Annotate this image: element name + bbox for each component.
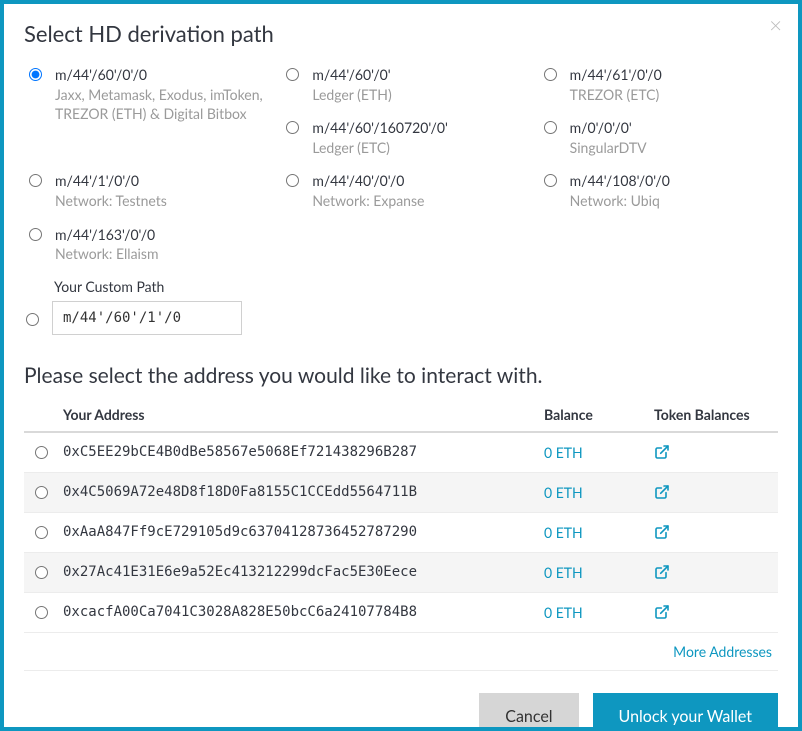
- external-link-icon[interactable]: [654, 564, 772, 580]
- path-radio[interactable]: [286, 174, 299, 187]
- more-addresses-link[interactable]: More Addresses: [673, 643, 772, 660]
- address-cell: 0xcacfA00Ca7041C3028A828E50bcC6a24107784…: [57, 592, 538, 632]
- address-radio[interactable]: [35, 526, 48, 539]
- address-heading: Please select the address you would like…: [24, 363, 778, 388]
- path-option-5[interactable]: m/44'/1'/0'/0 Network: Testnets: [24, 171, 263, 210]
- address-radio[interactable]: [35, 486, 48, 499]
- custom-path-title: Your Custom Path: [54, 278, 778, 295]
- balance-link[interactable]: 0 ETH: [544, 444, 583, 461]
- hd-path-modal: × Select HD derivation path m/44'/60'/0'…: [4, 4, 798, 727]
- table-row: 0xC5EE29bCE4B0dBe58567e5068Ef721438296B2…: [24, 432, 778, 473]
- address-cell: 0xC5EE29bCE4B0dBe58567e5068Ef721438296B2…: [57, 432, 538, 473]
- balance-link[interactable]: 0 ETH: [544, 564, 583, 581]
- address-cell: 0x27Ac41E31E6e9a52Ec413212299dcFac5E30Ee…: [57, 552, 538, 592]
- path-value: m/0'/0'/0': [570, 119, 632, 136]
- custom-path-input[interactable]: [52, 301, 242, 335]
- path-desc: Network: Ellaism: [55, 245, 159, 262]
- path-radio[interactable]: [29, 228, 42, 241]
- address-cell: 0xAaA847Ff9cE729105d9c637041287364527872…: [57, 512, 538, 552]
- app-frame: × Select HD derivation path m/44'/60'/0'…: [0, 0, 802, 731]
- balance-link[interactable]: 0 ETH: [544, 484, 583, 501]
- col-balance: Balance: [538, 398, 648, 432]
- custom-path-section: Your Custom Path: [24, 278, 778, 335]
- path-value: m/44'/60'/160720'/0': [312, 119, 448, 136]
- address-radio[interactable]: [35, 606, 48, 619]
- path-radio[interactable]: [286, 68, 299, 81]
- table-row: 0xcacfA00Ca7041C3028A828E50bcC6a24107784…: [24, 592, 778, 632]
- path-option-2[interactable]: m/44'/61'/0'/0 TREZOR (ETC): [539, 65, 778, 104]
- path-option-1[interactable]: m/44'/60'/0' Ledger (ETH): [281, 65, 520, 104]
- path-value: m/44'/163'/0'/0: [55, 226, 155, 243]
- path-desc: Jaxx, Metamask, Exodus, imToken, TREZOR …: [55, 86, 263, 123]
- path-desc: Network: Testnets: [55, 192, 167, 209]
- path-radio[interactable]: [286, 121, 299, 134]
- path-value: m/44'/108'/0'/0: [570, 172, 670, 189]
- modal-title: Select HD derivation path: [24, 20, 778, 47]
- external-link-icon[interactable]: [654, 604, 772, 620]
- path-desc: Network: Expanse: [312, 192, 424, 209]
- col-token-balances: Token Balances: [648, 398, 778, 432]
- cancel-button[interactable]: Cancel: [479, 693, 578, 727]
- path-option-3[interactable]: m/44'/60'/160720'/0' Ledger (ETC): [281, 118, 520, 157]
- path-radio[interactable]: [544, 174, 557, 187]
- balance-link[interactable]: 0 ETH: [544, 524, 583, 541]
- table-row: 0xAaA847Ff9cE729105d9c637041287364527872…: [24, 512, 778, 552]
- path-option-6[interactable]: m/44'/40'/0'/0 Network: Expanse: [281, 171, 520, 210]
- path-value: m/44'/61'/0'/0: [570, 66, 662, 83]
- path-radio[interactable]: [29, 68, 42, 81]
- path-radio[interactable]: [29, 174, 42, 187]
- external-link-icon[interactable]: [654, 444, 772, 460]
- custom-path-radio[interactable]: [26, 313, 39, 326]
- address-radio[interactable]: [35, 566, 48, 579]
- path-value: m/44'/60'/0': [312, 66, 390, 83]
- path-option-7[interactable]: m/44'/108'/0'/0 Network: Ubiq: [539, 171, 778, 210]
- address-table: Your Address Balance Token Balances 0xC5…: [24, 398, 778, 671]
- col-your-address: Your Address: [57, 398, 538, 432]
- unlock-wallet-button[interactable]: Unlock your Wallet: [593, 693, 778, 727]
- address-radio[interactable]: [35, 446, 48, 459]
- path-value: m/44'/1'/0'/0: [55, 172, 139, 189]
- path-col-stack: m/44'/60'/0' Ledger (ETH) m/44'/60'/1607…: [281, 65, 520, 157]
- path-option-0[interactable]: m/44'/60'/0'/0 Jaxx, Metamask, Exodus, i…: [24, 65, 263, 157]
- external-link-icon[interactable]: [654, 524, 772, 540]
- external-link-icon[interactable]: [654, 484, 772, 500]
- path-value: m/44'/60'/0'/0: [55, 66, 147, 83]
- path-option-4[interactable]: m/0'/0'/0' SingularDTV: [539, 118, 778, 157]
- path-radio[interactable]: [544, 68, 557, 81]
- path-radio[interactable]: [544, 121, 557, 134]
- address-cell: 0x4C5069A72e48D8f18D0Fa8155C1CCEdd556471…: [57, 472, 538, 512]
- path-desc: Ledger (ETH): [312, 86, 391, 103]
- balance-link[interactable]: 0 ETH: [544, 604, 583, 621]
- table-row: 0x27Ac41E31E6e9a52Ec413212299dcFac5E30Ee…: [24, 552, 778, 592]
- derivation-path-grid: m/44'/60'/0'/0 Jaxx, Metamask, Exodus, i…: [24, 65, 778, 272]
- path-option-8[interactable]: m/44'/163'/0'/0 Network: Ellaism: [24, 225, 263, 264]
- path-desc: TREZOR (ETC): [570, 86, 660, 103]
- path-col-stack: m/44'/61'/0'/0 TREZOR (ETC) m/0'/0'/0' S…: [539, 65, 778, 157]
- path-value: m/44'/40'/0'/0: [312, 172, 404, 189]
- close-icon[interactable]: ×: [769, 14, 782, 36]
- path-desc: Network: Ubiq: [570, 192, 660, 209]
- path-desc: Ledger (ETC): [312, 139, 390, 156]
- table-row: 0x4C5069A72e48D8f18D0Fa8155C1CCEdd556471…: [24, 472, 778, 512]
- path-desc: SingularDTV: [570, 139, 647, 156]
- modal-actions: Cancel Unlock your Wallet: [24, 693, 778, 727]
